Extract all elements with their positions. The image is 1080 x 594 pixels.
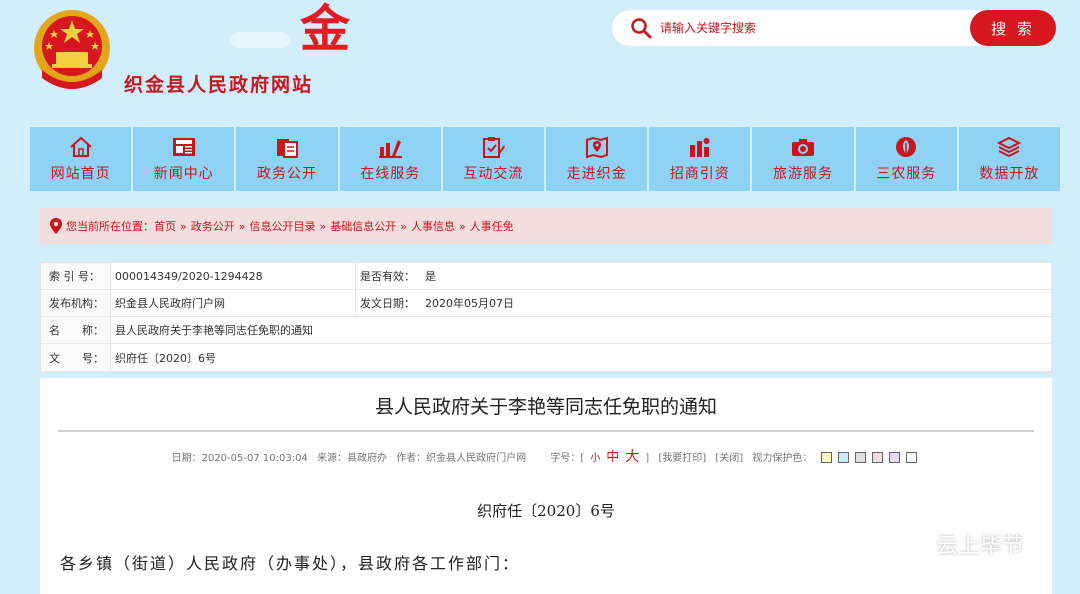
eye-protection-label: 视力保护色：	[752, 453, 813, 464]
nav-item-about-zhijin[interactable]: 走进织金	[546, 127, 648, 191]
nav-item-investment[interactable]: 招商引资	[649, 127, 751, 191]
breadcrumb-prefix: 您当前所在位置：	[66, 220, 154, 233]
nav-item-news[interactable]: 新闻中心	[133, 127, 235, 191]
color-swatch-4[interactable]	[872, 452, 884, 463]
nav-item-online-service[interactable]: 在线服务	[339, 127, 441, 191]
nav-label: 网站首页	[50, 166, 111, 182]
breadcrumb-separator: »	[458, 219, 466, 233]
title-divider	[58, 430, 1034, 432]
index-value: 000014349/2020-1294428	[115, 269, 263, 283]
clipboard-edit-icon	[483, 137, 506, 158]
site-title[interactable]: 织金县人民政府网站	[124, 70, 313, 97]
meta-source: 来源：县政府办	[317, 453, 387, 464]
nav-label: 旅游服务	[773, 166, 834, 182]
nav-label: 新闻中心	[153, 166, 214, 182]
color-swatch-2[interactable]	[838, 452, 850, 463]
breadcrumb-separator: »	[319, 219, 327, 233]
documents-icon	[277, 139, 298, 158]
font-size-large-button[interactable]: 大	[625, 449, 639, 465]
nav-item-home[interactable]: 网站首页	[30, 127, 132, 191]
article-salutation: 各乡镇（街道）人民政府（办事处），县政府各工作部门：	[60, 554, 521, 573]
chart-service-icon	[379, 140, 403, 158]
breadcrumb-link-personnel-info[interactable]: 人事信息	[411, 218, 455, 234]
meta-author: 作者：织金县人民政府门户网	[396, 453, 527, 464]
document-info-table: 索 引 号： 000014349/2020-1294428 是否有效： 是 发布…	[40, 262, 1052, 372]
nav-label: 互动交流	[463, 166, 524, 182]
logo-calligraphy: 金	[300, 0, 350, 58]
site-header: 金 织金县人民政府网站 搜 索	[0, 0, 1080, 120]
breadcrumb-separator: »	[180, 219, 187, 233]
article-body: 县人民政府关于李艳等同志任免职的通知 日期：2020-05-07 10:03:0…	[40, 378, 1052, 594]
eye-protection-swatches	[818, 452, 920, 464]
nav-item-government-affairs[interactable]: 政务公开	[236, 127, 338, 191]
publisher-label: 发布机构：	[41, 290, 111, 316]
info-row: 发布机构： 织金县人民政府门户网 发文日期： 2020年05月07日	[41, 290, 1051, 317]
investment-icon	[689, 138, 710, 157]
font-size-medium-button[interactable]: 中	[606, 450, 619, 465]
article-meta: 日期：2020-05-07 10:03:04 来源：县政府办 作者：织金县人民政…	[40, 446, 1052, 466]
nav-label: 数据开放	[979, 166, 1040, 182]
breadcrumb-link-info-catalog[interactable]: 信息公开目录	[249, 218, 315, 234]
name-label: 名 称：	[41, 317, 111, 343]
valid-value: 是	[425, 270, 436, 283]
date-value: 2020年05月07日	[425, 297, 514, 310]
meta-date: 日期：2020-05-07 10:03:04	[171, 453, 308, 464]
home-icon	[69, 136, 92, 157]
font-size-small-button[interactable]: 小	[590, 453, 600, 464]
info-row: 名 称： 县人民政府关于李艳等同志任免职的通知	[41, 317, 1051, 344]
breadcrumb-link-home[interactable]: 首页	[154, 218, 176, 234]
publisher-value: 织金县人民政府门户网	[115, 297, 225, 310]
decorative-blob	[230, 32, 290, 48]
nav-label: 在线服务	[360, 166, 421, 182]
breadcrumb-link-basic-info[interactable]: 基础信息公开	[330, 218, 396, 234]
news-icon	[172, 138, 195, 156]
main-nav: 网站首页 新闻中心 政务公开 在线服务 互动交流 走进织金 招商引资 旅游服务 …	[30, 127, 1061, 191]
color-swatch-3[interactable]	[855, 452, 867, 463]
search-bar: 搜 索	[612, 10, 1056, 46]
nav-item-agriculture[interactable]: 三农服务	[855, 127, 957, 191]
color-swatch-6[interactable]	[906, 452, 918, 463]
name-value: 县人民政府关于李艳等同志任免职的通知	[115, 324, 313, 337]
print-link[interactable]: [我要打印]	[658, 453, 706, 464]
close-link[interactable]: [关闭]	[715, 453, 743, 464]
layers-icon	[997, 136, 1022, 158]
search-input[interactable]	[660, 16, 960, 40]
breadcrumb-separator: »	[400, 219, 407, 233]
nav-label: 政务公开	[257, 166, 317, 182]
watermark-text: 云上毕节	[936, 534, 1025, 559]
breadcrumb-link-government-affairs[interactable]: 政务公开	[191, 218, 235, 234]
location-pin-icon	[50, 218, 62, 234]
wechat-watermark: 云上毕节	[890, 528, 1024, 560]
search-icon	[631, 18, 652, 39]
index-label: 索 引 号：	[41, 263, 111, 289]
nav-label: 三农服务	[876, 166, 937, 182]
national-emblem-logo[interactable]	[32, 8, 112, 92]
map-pin-icon	[585, 136, 608, 159]
color-swatch-5[interactable]	[889, 452, 901, 463]
camera-icon	[792, 139, 815, 156]
valid-label: 是否有效：	[355, 263, 423, 289]
info-row: 索 引 号： 000014349/2020-1294428 是否有效： 是	[41, 263, 1051, 290]
wechat-icon	[891, 531, 928, 557]
breadcrumb-separator: »	[238, 219, 246, 233]
breadcrumb-link-appointments[interactable]: 人事任免	[470, 218, 514, 234]
nav-label: 招商引资	[669, 166, 730, 182]
nav-item-interaction[interactable]: 互动交流	[442, 127, 545, 191]
docno-value: 织府任〔2020〕6号	[115, 351, 216, 365]
color-swatch-1[interactable]	[821, 452, 833, 463]
nav-item-open-data[interactable]: 数据开放	[958, 127, 1061, 191]
font-size-close-bracket: ]	[645, 453, 650, 464]
docno-label: 文 号：	[41, 344, 111, 371]
search-button[interactable]: 搜 索	[970, 10, 1056, 46]
breadcrumb: 您当前所在位置： 首页 » 政务公开 » 信息公开目录 » 基础信息公开 » 人…	[40, 208, 1052, 244]
info-row: 文 号： 织府任〔2020〕6号	[41, 344, 1051, 371]
nav-label: 走进织金	[566, 166, 627, 182]
document-number: 织府任〔2020〕6号	[477, 502, 615, 520]
nav-item-tourism[interactable]: 旅游服务	[752, 127, 854, 191]
article-title: 县人民政府关于李艳等同志任免职的通知	[374, 396, 717, 418]
date-label: 发文日期：	[355, 290, 423, 316]
agriculture-icon	[896, 137, 917, 157]
font-size-label: 字号：[	[550, 453, 585, 464]
